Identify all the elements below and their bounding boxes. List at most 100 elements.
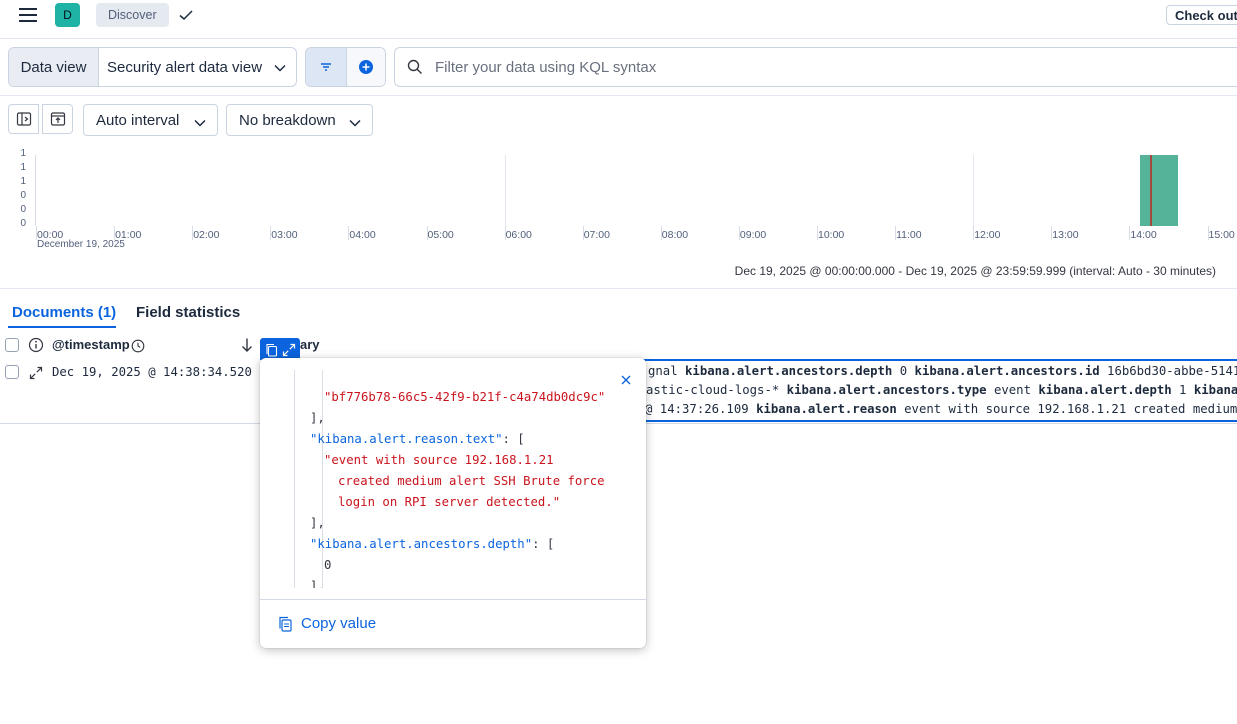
- json-string: login on RPI server detected.": [338, 495, 561, 509]
- json-punctuation: : [: [502, 432, 525, 446]
- json-line: "event with source 192.168.1.21: [268, 450, 605, 471]
- add-filter-button[interactable]: [347, 48, 385, 86]
- toggle-chart-button[interactable]: [42, 104, 73, 134]
- json-key: "kibana.alert.ancestors.depth": [310, 537, 533, 551]
- y-tick-label: 0: [20, 190, 26, 201]
- kql-search-input[interactable]: [433, 57, 1217, 77]
- interval-dropdown[interactable]: Auto interval: [83, 104, 218, 136]
- x-tick-mark: [582, 226, 584, 240]
- toggle-sidebar-button[interactable]: [8, 104, 39, 134]
- x-tick-mark: [895, 226, 897, 240]
- search-icon: [407, 59, 422, 74]
- chevron-down-icon: [349, 119, 361, 127]
- gridline: [973, 155, 975, 226]
- json-string: "bf776b78-66c5-42f9-b21f-c4a74db0dc9c": [324, 390, 606, 404]
- x-tick-mark: [738, 226, 740, 240]
- summary-cell-focus-border: [630, 359, 1237, 422]
- json-punctuation: ],: [310, 411, 325, 425]
- check-icon: [178, 7, 194, 23]
- breakdown-dropdown[interactable]: No breakdown: [226, 104, 373, 136]
- json-line: 0: [268, 555, 605, 576]
- row-timestamp: Dec 19, 2025 @ 14:38:34.520: [52, 365, 252, 379]
- x-tick-mark: [1051, 226, 1053, 240]
- x-tick-label: 05:00: [427, 229, 454, 241]
- x-tick-mark: [348, 226, 350, 240]
- json-code: "bf776b78-66c5-42f9-b21f-c4a74db0dc9c"],…: [268, 387, 605, 588]
- x-tick-label: 12:00: [974, 229, 1001, 241]
- copy-value-button[interactable]: Copy value: [278, 615, 376, 632]
- row-select-checkbox[interactable]: [5, 365, 19, 379]
- json-punctuation: : [: [532, 537, 555, 551]
- chevron-down-icon: [274, 64, 286, 72]
- data-view-selector[interactable]: Security alert data view: [99, 48, 296, 86]
- x-tick-mark: [1129, 226, 1131, 240]
- cell-actions: [260, 338, 300, 360]
- current-time-marker: [1150, 155, 1153, 226]
- breakdown-value: No breakdown: [239, 111, 336, 129]
- expand-row-icon[interactable]: [29, 365, 43, 384]
- filter-menu-button[interactable]: [306, 48, 347, 86]
- gridline: [504, 155, 506, 226]
- tab-documents[interactable]: Documents (1): [12, 304, 116, 321]
- space-avatar[interactable]: D: [55, 3, 80, 27]
- x-tick-mark: [426, 226, 428, 240]
- data-view-label: Data view: [9, 48, 99, 86]
- x-tick-label: 11:00: [896, 229, 922, 241]
- y-tick-label: 1: [20, 148, 26, 159]
- json-punctuation: 0: [324, 558, 332, 572]
- breadcrumb-discover[interactable]: Discover: [96, 3, 169, 27]
- sort-descending-icon[interactable]: [241, 337, 253, 357]
- json-line: ],: [268, 408, 605, 429]
- histogram-plot-area[interactable]: [35, 155, 1237, 226]
- sidebar-toggle-icon: [16, 112, 31, 126]
- x-tick-label: 15:00: [1208, 229, 1235, 241]
- x-tick-mark: [660, 226, 662, 240]
- x-tick-label: 03:00: [271, 229, 298, 241]
- x-tick-label: 04:00: [349, 229, 376, 241]
- clock-icon: [131, 338, 145, 357]
- x-tick-mark: [817, 226, 818, 240]
- x-tick-mark: [192, 226, 194, 240]
- x-tick-mark: [270, 226, 272, 240]
- json-line: login on RPI server detected.": [268, 492, 605, 513]
- data-view-picker[interactable]: Data view Security alert data view: [8, 47, 297, 87]
- timestamp-column-header[interactable]: @timestamp: [52, 337, 130, 352]
- select-all-checkbox[interactable]: [5, 338, 19, 352]
- x-tick-mark: [504, 226, 506, 240]
- divider: [0, 95, 1237, 96]
- divider: [0, 288, 1237, 289]
- query-buttons: [305, 47, 386, 87]
- chart-toggle-icon: [50, 112, 65, 126]
- x-tick-label: 13:00: [1052, 229, 1079, 241]
- kql-search-bar: [394, 47, 1237, 87]
- summary-column-header[interactable]: ary: [300, 337, 320, 352]
- check-out-button[interactable]: Check out: [1166, 5, 1237, 25]
- x-tick-label: 07:00: [583, 229, 610, 241]
- json-punctuation: ],: [310, 516, 325, 530]
- y-tick-label: 0: [20, 204, 26, 215]
- x-tick-mark: [973, 226, 975, 240]
- json-punctuation: ],: [310, 579, 325, 588]
- x-tick-mark: [1207, 226, 1209, 240]
- x-tick-label: 14:00: [1130, 229, 1157, 241]
- json-viewer[interactable]: "bf776b78-66c5-42f9-b21f-c4a74db0dc9c"],…: [268, 370, 638, 588]
- x-tick-label: 02:00: [193, 229, 220, 241]
- cell-value-popover: "bf776b78-66c5-42f9-b21f-c4a74db0dc9c"],…: [260, 358, 646, 648]
- interval-value: Auto interval: [96, 111, 180, 129]
- histogram-date-label: December 19, 2025: [37, 239, 125, 250]
- x-tick-label: 06:00: [505, 229, 532, 241]
- x-tick-mark: [114, 226, 116, 240]
- plus-circle-icon: [359, 60, 373, 74]
- histogram-bar[interactable]: [1140, 155, 1179, 226]
- x-tick-label: 09:00: [739, 229, 767, 241]
- json-string: "event with source 192.168.1.21: [324, 453, 554, 467]
- json-line: ],: [268, 513, 605, 534]
- tab-field-statistics[interactable]: Field statistics: [136, 304, 240, 321]
- info-icon[interactable]: [28, 337, 44, 357]
- json-line: "kibana.alert.ancestors.depth": [: [268, 534, 605, 555]
- chevron-down-icon: [194, 119, 206, 127]
- copy-value-label: Copy value: [301, 615, 377, 632]
- x-tick-label: 08:00: [661, 229, 689, 241]
- y-tick-label: 1: [20, 176, 26, 187]
- menu-icon[interactable]: [19, 8, 37, 22]
